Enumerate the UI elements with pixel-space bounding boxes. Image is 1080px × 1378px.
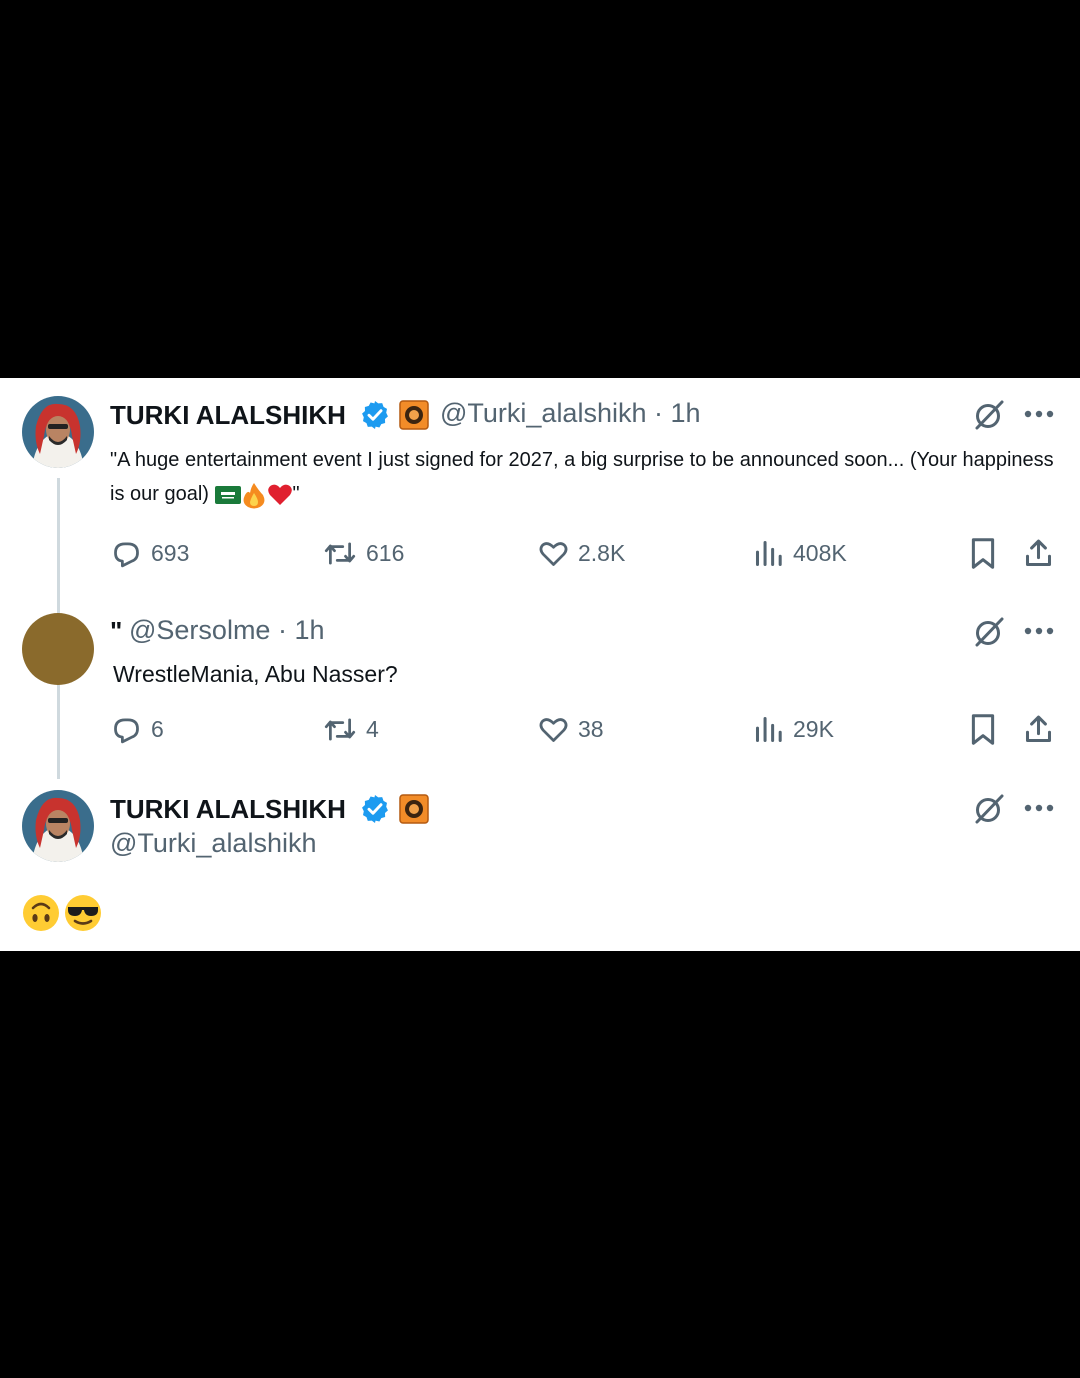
display-name[interactable]: TURKI ALALSHIKH	[110, 794, 346, 825]
like-count: 2.8K	[578, 540, 626, 566]
sunglasses-face-icon	[65, 895, 101, 931]
avatar[interactable]	[22, 396, 94, 468]
reply-icon	[114, 542, 139, 568]
reply-count: 693	[151, 540, 190, 566]
reply-count: 6	[151, 716, 164, 742]
tweet-text: "A huge entertainment event I just signe…	[110, 443, 1070, 511]
repost-button[interactable]: 616	[322, 537, 404, 570]
verified-badge-icon	[362, 401, 388, 429]
views-icon	[755, 716, 782, 743]
like-button[interactable]: 38	[537, 713, 604, 746]
thread-connector	[57, 693, 60, 779]
repost-count: 616	[366, 540, 405, 566]
share-icon[interactable]	[1022, 537, 1055, 570]
reply-button[interactable]: 693	[110, 537, 189, 570]
views-button[interactable]: 29K	[752, 713, 834, 746]
bookmark-icon[interactable]	[968, 537, 998, 570]
saudi-flag-icon	[214, 485, 241, 504]
grok-icon[interactable]	[972, 398, 1006, 432]
fire-icon	[243, 482, 264, 509]
views-button[interactable]: 408K	[752, 537, 847, 570]
like-icon	[539, 542, 568, 566]
view-count: 408K	[793, 540, 847, 566]
avatar[interactable]	[22, 613, 94, 685]
avatar[interactable]	[22, 790, 94, 862]
tweet-text-fragment: "	[292, 483, 300, 505]
emoji-reply: 🙃😎	[22, 894, 102, 932]
tweet-text-fragment: is our goal)	[110, 483, 209, 505]
repost-button[interactable]: 4	[322, 713, 379, 746]
verified-badge-icon	[362, 795, 388, 823]
grok-icon[interactable]	[972, 615, 1006, 649]
more-options-icon[interactable]	[1024, 410, 1054, 418]
reply-button[interactable]: 6	[110, 713, 164, 746]
lion-badge-icon	[399, 794, 429, 824]
like-button[interactable]: 2.8K	[537, 537, 625, 570]
handle-and-time[interactable]: @Turki_alalshikh · 1h	[440, 398, 701, 429]
display-name[interactable]: TURKI ALALSHIKH	[110, 400, 346, 431]
view-count: 29K	[793, 716, 834, 742]
grok-icon[interactable]	[972, 792, 1006, 826]
heart-icon	[267, 484, 292, 505]
like-count: 38	[578, 716, 604, 742]
bookmark-icon[interactable]	[968, 713, 998, 746]
share-icon[interactable]	[1022, 713, 1055, 746]
tweet-thread: TURKI ALALSHIKH @Turki_alalshikh · 1h "A…	[0, 378, 1080, 951]
handle[interactable]: @Turki_alalshikh	[110, 828, 316, 859]
reply-icon	[114, 718, 139, 744]
tweet-text: WrestleMania, Abu Nasser?	[113, 661, 398, 687]
handle-and-time[interactable]: @Sersolme · 1h	[129, 615, 324, 646]
repost-icon	[324, 718, 356, 741]
more-options-icon[interactable]	[1024, 627, 1054, 635]
like-icon	[539, 718, 568, 742]
upside-down-face-icon	[23, 895, 59, 931]
views-icon	[755, 540, 782, 567]
display-name[interactable]: "	[110, 616, 122, 647]
tweet-text-line: is our goal) "	[110, 477, 1070, 511]
more-options-icon[interactable]	[1024, 804, 1054, 812]
repost-icon	[324, 542, 356, 565]
repost-count: 4	[366, 716, 379, 742]
tweet-text-line: "A huge entertainment event I just signe…	[110, 449, 1054, 471]
lion-badge-icon	[399, 400, 429, 430]
